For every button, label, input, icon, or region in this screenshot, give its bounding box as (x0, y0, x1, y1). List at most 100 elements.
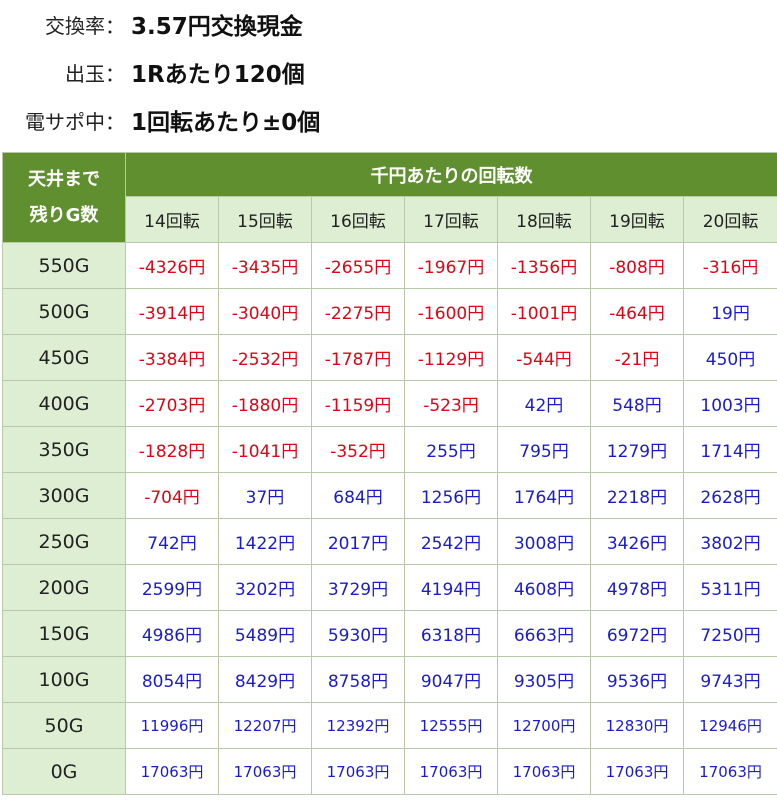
remaining-games-cell: 150G (2, 610, 126, 657)
expected-value-cell: -1001円 (497, 288, 591, 335)
expected-value-cell: 6972円 (590, 610, 684, 657)
expected-value-cell: 684円 (311, 472, 405, 519)
expected-value-cell: -2532円 (218, 334, 312, 381)
expected-value-cell: 1764円 (497, 472, 591, 519)
expected-value-cell: 2599円 (125, 564, 219, 611)
expected-value-cell: 17063円 (590, 748, 684, 795)
remaining-games-cell: 250G (2, 518, 126, 565)
expected-value-cell: 2017円 (311, 518, 405, 565)
table-row: 400G -2703円 -1880円 -1159円 -523円 42円 548円 1003円 (2, 380, 777, 427)
expected-value-cell: 5489円 (218, 610, 312, 657)
expected-value-cell: 42円 (497, 380, 591, 427)
payout-row: 出玉： 1Rあたり120個 (0, 52, 777, 92)
payout-label: 出玉： (65, 61, 125, 86)
remaining-games-cell: 450G (2, 334, 126, 381)
expected-value-cell: 4194円 (404, 564, 498, 611)
expected-value-cell: -704円 (125, 472, 219, 519)
expected-value-cell: 6663円 (497, 610, 591, 657)
expected-value-cell: 17063円 (125, 748, 219, 795)
column-header-cell: 19回転 (590, 196, 684, 243)
expected-value-cell: -464円 (590, 288, 684, 335)
table-row: 100G 8054円 8429円 8758円 9047円 9305円 9536円 9743円 (2, 656, 777, 703)
table-row: 350G -1828円 -1041円 -352円 255円 795円 1279円 1714円 (2, 426, 777, 473)
expected-value-cell: -4326円 (125, 242, 219, 289)
expected-value-cell: 1279円 (590, 426, 684, 473)
remaining-games-cell: 100G (2, 656, 126, 703)
expected-value-cell: 17063円 (682, 748, 777, 795)
expected-value-cell: -523円 (404, 380, 498, 427)
table-corner-header: 天井まで 残りG数 (2, 152, 126, 243)
expected-value-cell: 3202円 (218, 564, 312, 611)
expected-value-cell: -3040円 (218, 288, 312, 335)
expected-value-cell: -2655円 (311, 242, 405, 289)
expected-value-cell: 8758円 (311, 656, 405, 703)
support-value: 1回転あたり±0個 (131, 110, 321, 136)
exchange-rate-value: 3.57円交換現金 (131, 14, 303, 40)
expected-value-cell: 8429円 (218, 656, 312, 703)
expected-value-cell: 1714円 (682, 426, 777, 473)
expected-value-cell: 9743円 (682, 656, 777, 703)
expected-value-cell: 2628円 (682, 472, 777, 519)
expected-value-cell: 1003円 (682, 380, 777, 427)
expected-value-cell: -1129円 (404, 334, 498, 381)
remaining-games-cell: 200G (2, 564, 126, 611)
table-row: 150G 4986円 5489円 5930円 6318円 6663円 6972円 7250円 (2, 610, 777, 657)
expected-value-cell: 255円 (404, 426, 498, 473)
expected-value-cell: 450円 (682, 334, 777, 381)
corner-line-1: 天井まで (28, 168, 100, 190)
expected-value-cell: -1967円 (404, 242, 498, 289)
expected-value-cell: 17063円 (404, 748, 498, 795)
expected-value-cell: -1356円 (497, 242, 591, 289)
expected-value-cell: 17063円 (218, 748, 312, 795)
expected-value-cell: 6318円 (404, 610, 498, 657)
expected-value-cell: 12392円 (311, 702, 405, 749)
expected-value-cell: 9047円 (404, 656, 498, 703)
column-header-cell: 16回転 (311, 196, 405, 243)
expected-value-cell: 4608円 (497, 564, 591, 611)
column-header-cell: 18回転 (497, 196, 591, 243)
expected-value-cell: -1041円 (218, 426, 312, 473)
expected-value-cell: 4978円 (590, 564, 684, 611)
expected-value-cell: 742円 (125, 518, 219, 565)
expected-value-cell: 17063円 (311, 748, 405, 795)
exchange-rate-label: 交換率： (45, 13, 125, 38)
table-body: 550G -4326円 -3435円 -2655円 -1967円 -1356円 -808円 -… (2, 242, 777, 795)
expected-value-cell: 8054円 (125, 656, 219, 703)
remaining-games-cell: 400G (2, 380, 126, 427)
expected-value-cell: 548円 (590, 380, 684, 427)
expected-value-cell: 12830円 (590, 702, 684, 749)
expected-value-cell: -1880円 (218, 380, 312, 427)
expected-value-cell: 4986円 (125, 610, 219, 657)
expected-value-cell: -2703円 (125, 380, 219, 427)
column-header-cell: 17回転 (404, 196, 498, 243)
expected-value-cell: 9305円 (497, 656, 591, 703)
expected-value-cell: -1828円 (125, 426, 219, 473)
expected-value-cell: -808円 (590, 242, 684, 289)
expected-value-cell: 2542円 (404, 518, 498, 565)
exchange-rate-row: 交換率： 3.57円交換現金 (0, 4, 777, 44)
table-row: 550G -4326円 -3435円 -2655円 -1967円 -1356円 -808円 -… (2, 242, 777, 289)
spins-per-1000yen-header: 千円あたりの回転数 (124, 152, 777, 197)
table-row: 450G -3384円 -2532円 -1787円 -1129円 -544円 -21円 450… (2, 334, 777, 381)
expected-value-cell: 5311円 (682, 564, 777, 611)
expected-value-cell: -3435円 (218, 242, 312, 289)
expected-value-cell: 3729円 (311, 564, 405, 611)
expected-value-cell: -21円 (590, 334, 684, 381)
expected-value-cell: 17063円 (497, 748, 591, 795)
table-row: 0G 17063円 17063円 17063円 17063円 17063円 17063円 17… (2, 748, 777, 795)
exchange-info: 交換率： 3.57円交換現金 出玉： 1Rあたり120個 電サポ中： 1回転あた… (0, 0, 777, 150)
expected-value-cell: -352円 (311, 426, 405, 473)
expected-value-cell: 795円 (497, 426, 591, 473)
remaining-games-cell: 500G (2, 288, 126, 335)
payout-value: 1Rあたり120個 (131, 62, 305, 88)
expected-value-cell: 12946円 (682, 702, 777, 749)
expected-value-cell: -1600円 (404, 288, 498, 335)
expected-value-cell: -1787円 (311, 334, 405, 381)
table-row: 200G 2599円 3202円 3729円 4194円 4608円 4978円 5311円 (2, 564, 777, 611)
table-row: 300G -704円 37円 684円 1256円 1764円 2218円 2628円 (2, 472, 777, 519)
table-row: 50G 11996円 12207円 12392円 12555円 12700円 12830円 1… (2, 702, 777, 749)
expected-value-cell: 2218円 (590, 472, 684, 519)
expected-value-cell: 3802円 (682, 518, 777, 565)
expected-value-cell: -316円 (682, 242, 777, 289)
expected-value-cell: -3384円 (125, 334, 219, 381)
